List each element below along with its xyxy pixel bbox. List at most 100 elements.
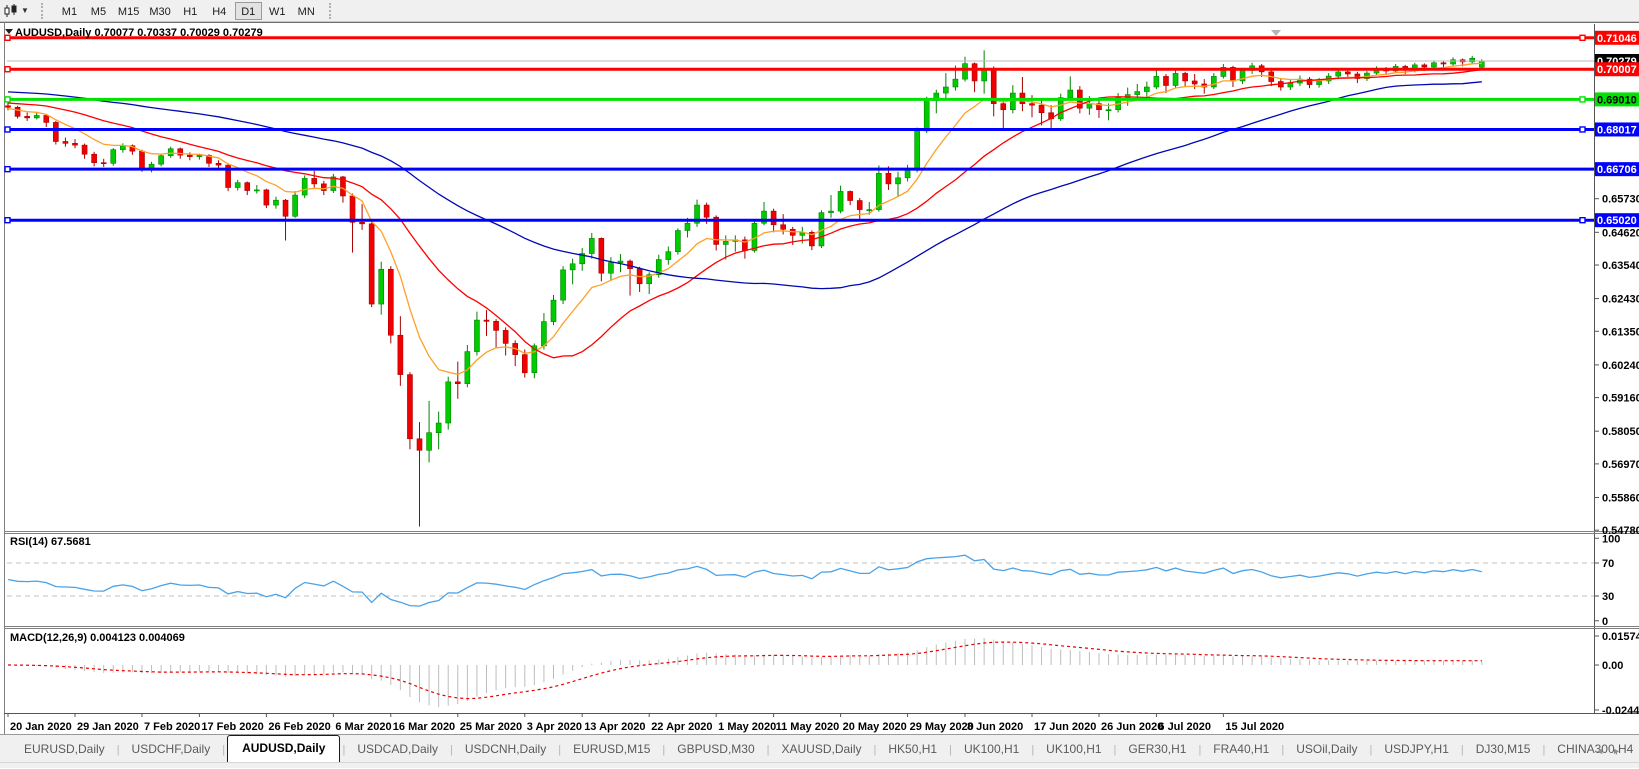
symbol-tab-eurusd-m15[interactable]: EURUSD,M15 <box>561 737 662 762</box>
date-axis-label: 26 Jun 2020 <box>1101 721 1163 733</box>
hline-right-handle[interactable] <box>1580 35 1585 40</box>
ma-medium-line <box>8 70 1482 358</box>
symbol-tab-ger30-h1[interactable]: GER30,H1 <box>1116 737 1198 762</box>
macd-axis-label: -0.024412 <box>1602 705 1639 717</box>
symbol-tab-usdchf-daily[interactable]: USDCHF,Daily <box>120 737 223 762</box>
chart-menu-arrow-icon[interactable] <box>5 29 13 34</box>
symbol-tab-usdcnh-daily[interactable]: USDCNH,Daily <box>453 737 558 762</box>
timeframe-button-w1[interactable]: W1 <box>264 2 291 20</box>
symbol-tab-uk100-h1[interactable]: UK100,H1 <box>952 737 1031 762</box>
candle-body <box>1211 76 1216 87</box>
candle-body <box>829 211 834 213</box>
tab-scroll-right-icon[interactable]: ► <box>1612 746 1629 756</box>
hline-right-handle[interactable] <box>1580 97 1585 102</box>
rsi-indicator-label: RSI(14) 67.5681 <box>10 536 91 548</box>
price-axis-label: 0.64620 <box>1602 227 1639 239</box>
symbol-tab-xauusd-daily[interactable]: XAUUSD,Daily <box>770 737 874 762</box>
candle-body <box>723 241 728 244</box>
symbol-tab-gbpusd-m30[interactable]: GBPUSD,M30 <box>665 737 766 762</box>
chart-window: AUDUSD,Daily 0.70077 0.70337 0.70029 0.7… <box>0 22 1639 734</box>
status-strip <box>0 762 1639 768</box>
timeframe-button-m1[interactable]: M1 <box>56 2 83 20</box>
candle-body <box>293 195 298 216</box>
candle-body <box>273 200 278 205</box>
tab-scroll-left-icon[interactable]: ◄ <box>1595 746 1612 756</box>
candle-body <box>503 330 508 343</box>
symbol-tab-audusd-daily[interactable]: AUDUSD,Daily <box>227 735 340 762</box>
candle-body <box>82 145 87 154</box>
candle-body <box>436 423 441 433</box>
candle-body <box>848 191 853 200</box>
hline-left-handle[interactable] <box>5 97 10 102</box>
rsi-axis-label: 70 <box>1602 558 1614 570</box>
timeframe-button-m5[interactable]: M5 <box>85 2 112 20</box>
candle-body <box>1192 81 1197 84</box>
price-axis-label: 0.55860 <box>1602 492 1639 504</box>
hline-right-handle[interactable] <box>1580 127 1585 132</box>
date-axis-label: 17 Jun 2020 <box>1034 721 1096 733</box>
candle-body <box>15 107 20 116</box>
timeframe-button-mn[interactable]: MN <box>293 2 320 20</box>
hline-left-handle[interactable] <box>5 218 10 223</box>
symbol-tab-hk50-h1[interactable]: HK50,H1 <box>876 737 949 762</box>
timeframe-button-h4[interactable]: H4 <box>206 2 233 20</box>
candle-body <box>6 106 11 108</box>
price-axis-label: 0.61350 <box>1602 326 1639 338</box>
candle-body <box>484 320 489 321</box>
candle-body <box>159 156 164 164</box>
candle-body <box>685 223 690 230</box>
hline-left-handle[interactable] <box>5 127 10 132</box>
tab-scroll-arrows[interactable]: ◄► <box>1595 746 1629 756</box>
candle-body <box>943 87 948 93</box>
date-axis-label: 15 Jul 2020 <box>1225 721 1284 733</box>
svg-text:0.70007: 0.70007 <box>1597 64 1637 76</box>
timeframe-button-h1[interactable]: H1 <box>177 2 204 20</box>
candle-body <box>1336 72 1341 76</box>
symbol-tab-usdcad-daily[interactable]: USDCAD,Daily <box>345 737 450 762</box>
hline-right-handle[interactable] <box>1580 218 1585 223</box>
timeframe-button-m15[interactable]: M15 <box>114 2 143 20</box>
svg-text:0.66706: 0.66706 <box>1597 164 1637 176</box>
candle-body <box>1039 105 1044 113</box>
candle-body <box>427 433 432 451</box>
candle-body <box>494 321 499 330</box>
candle-body <box>53 122 58 141</box>
candle-body <box>455 382 460 384</box>
chart-canvas[interactable]: 0.657300.646200.635400.624300.613500.602… <box>0 22 1639 734</box>
symbol-tab-usoil-daily[interactable]: USOil,Daily <box>1284 737 1369 762</box>
date-axis-label: 25 Mar 2020 <box>460 721 522 733</box>
symbol-tab-usdjpy-h1[interactable]: USDJPY,H1 <box>1372 737 1460 762</box>
candle-body <box>197 155 202 156</box>
candlestick-layer <box>6 50 1485 526</box>
symbol-tab-eurusd-daily[interactable]: EURUSD,Daily <box>12 737 117 762</box>
symbol-tab-dj30-m15[interactable]: DJ30,M15 <box>1464 737 1543 762</box>
candle-body <box>522 355 527 373</box>
chevron-down-icon: ▼ <box>21 7 29 15</box>
date-axis-label: 6 Jul 2020 <box>1158 721 1211 733</box>
chart-type-icon[interactable]: ▼ <box>0 2 33 20</box>
candle-body <box>1479 61 1484 67</box>
symbol-tab-uk100-h1[interactable]: UK100,H1 <box>1034 737 1113 762</box>
candle-body <box>1087 104 1092 109</box>
macd-axis-label: 0.015741 <box>1602 631 1639 643</box>
timeframe-toolbar: ▼ M1M5M15M30H1H4D1W1MN <box>0 0 1639 22</box>
svg-text:0.69010: 0.69010 <box>1597 94 1637 106</box>
price-axis-label: 0.59160 <box>1602 393 1639 405</box>
candle-body <box>589 238 594 253</box>
date-axis-label: 6 Mar 2020 <box>335 721 391 733</box>
symbol-tab-fra40-h1[interactable]: FRA40,H1 <box>1201 737 1281 762</box>
timeframe-button-d1[interactable]: D1 <box>235 2 262 20</box>
hline-left-handle[interactable] <box>5 67 10 72</box>
hline-left-handle[interactable] <box>5 167 10 172</box>
hline-left-handle[interactable] <box>5 35 10 40</box>
svg-text:0.68017: 0.68017 <box>1597 124 1637 136</box>
candle-body <box>1135 92 1140 95</box>
candle-body <box>72 143 77 145</box>
candlestick-glyph <box>3 4 19 18</box>
candle-body <box>187 155 192 157</box>
rsi-axis-label: 30 <box>1602 591 1614 603</box>
tab-separator: | <box>222 744 225 762</box>
candle-body <box>551 300 556 321</box>
toolbar-grip-2 <box>329 3 337 19</box>
timeframe-button-m30[interactable]: M30 <box>145 2 174 20</box>
